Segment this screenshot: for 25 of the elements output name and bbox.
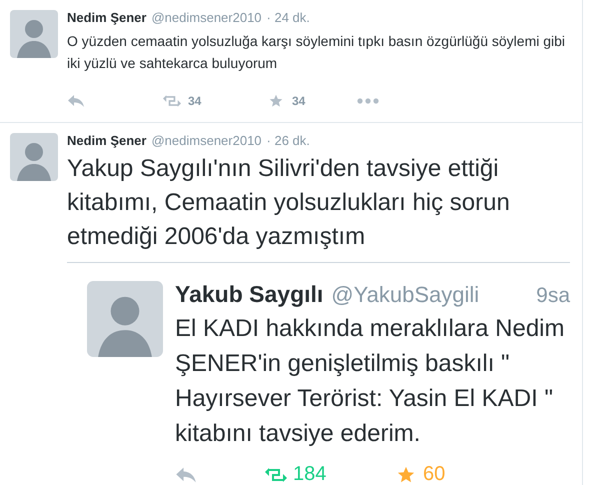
- tweet-text: O yüzden cemaatin yolsuzluğa karşı söylemini tıpkı basın özgürlüğü söylemi gibi iki yüzlü ve sahtekarca buluyorum: [67, 32, 566, 73]
- tweet-time: 9sa: [536, 284, 570, 308]
- reply-icon[interactable]: [67, 94, 85, 108]
- more-icon[interactable]: [357, 98, 379, 104]
- star-icon[interactable]: [395, 466, 417, 484]
- retweet-count: 34: [188, 94, 202, 108]
- author-name: Yakub Saygılı: [175, 281, 324, 308]
- tweet-time[interactable]: · 26 dk.: [266, 133, 310, 148]
- tweet-text: El KADI hakkında meraklılara Nedim ŞENER'in genişletilmiş baskılı " Hayırsever Terörist: Yasin El KADI " kitabını tavsiye ederim.: [175, 314, 566, 449]
- tweet-time[interactable]: · 24 dk.: [266, 10, 310, 25]
- favorite-count: 34: [292, 94, 306, 108]
- author-handle: @YakubSaygili: [331, 282, 480, 308]
- avatar: [10, 133, 58, 181]
- avatar: [10, 10, 58, 58]
- author-name[interactable]: Nedim Şener: [67, 133, 146, 148]
- author-name[interactable]: Nedim Şener: [67, 10, 146, 25]
- retweet-icon[interactable]: [163, 94, 181, 108]
- star-icon[interactable]: [267, 94, 285, 108]
- retweet-icon[interactable]: [265, 466, 287, 484]
- author-handle[interactable]: @nedimsener2010: [151, 133, 262, 148]
- favorite-count: 60: [423, 463, 446, 485]
- tweet-text: Yakup Saygılı'nın Silivri'den tavsiye ettiği kitabımı, Cemaatin yolsuzlukları hiç sorun etmediği 2006'da yazmıştım: [67, 154, 511, 252]
- author-handle[interactable]: @nedimsener2010: [151, 10, 262, 25]
- reply-icon[interactable]: [175, 466, 197, 484]
- retweet-count: 184: [293, 463, 326, 485]
